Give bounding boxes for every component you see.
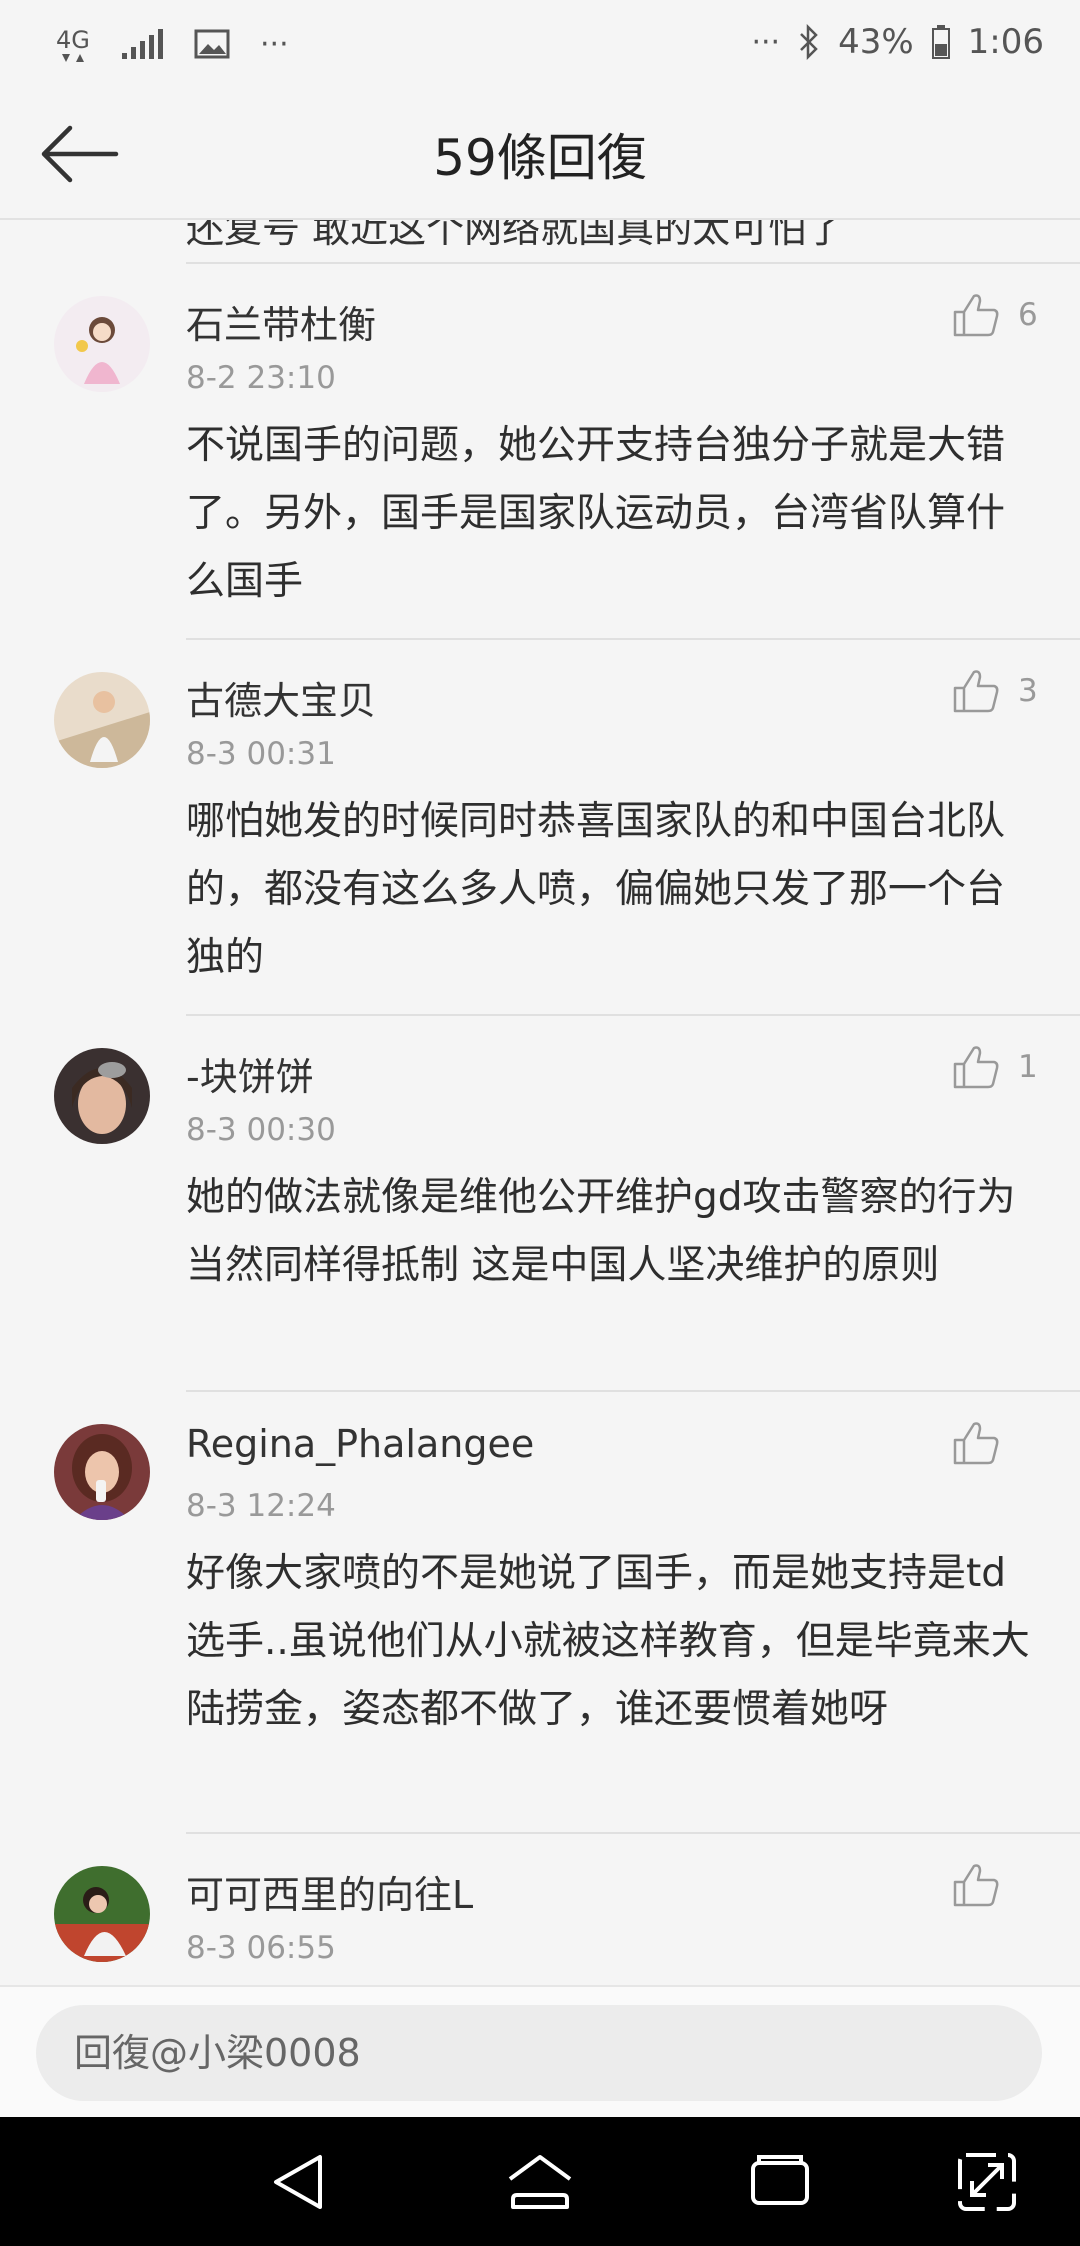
comment-list[interactable]: 还复号 敢近这个网络就国真的太可怕了 石兰带杜衡 8-2 23:10 6 不说国… — [0, 220, 1080, 1985]
username[interactable]: 可可西里的向往L — [186, 1864, 473, 1919]
comment-text: 哪怕她发的时候同时恭喜国家队的和中国台北队的，都没有这么多人喷，偏偏她只发了那一… — [186, 799, 1006, 980]
like-button[interactable] — [952, 1862, 1040, 1908]
comment-item[interactable]: 石兰带杜衡 8-2 23:10 6 不说国手的问题，她公开支持台独分子就是大错了… — [0, 264, 1080, 638]
thumbs-up-icon — [953, 294, 999, 337]
like-button[interactable]: 3 — [952, 668, 1040, 714]
page-title: 59條回復 — [433, 129, 647, 187]
more-status-icon: ··· — [751, 24, 781, 60]
avatar[interactable] — [54, 672, 150, 768]
comment-text: 不说国手的问题，她公开支持台独分子就是大错了。另外，国手是国家队运动员，台湾省队… — [186, 423, 1006, 604]
battery-percent: 43% — [838, 22, 914, 62]
comment-item[interactable]: -块饼饼 8-3 00:30 1 她的做法就像是维他公开维护gd攻击警察的行为 … — [0, 1016, 1080, 1390]
svg-text:4G: 4G — [56, 26, 90, 54]
comment-text: 她的做法就像是维他公开维护gd攻击警察的行为 当然同样得抵制 这是中国人坚决维护… — [186, 1175, 1016, 1288]
status-bar: 4G ··· ··· 43% 1:06 — [0, 0, 1080, 90]
nav-recents-icon — [751, 2155, 809, 2205]
expand-icon — [958, 2153, 1016, 2211]
comment-item[interactable]: 古德大宝贝 8-3 00:31 3 哪怕她发的时候同时恭喜国家队的和中国台北队的… — [0, 640, 1080, 1014]
nav-recents-button[interactable] — [745, 2149, 815, 2215]
comment-time: 8-3 06:55 — [186, 1930, 336, 1966]
like-button[interactable]: 1 — [952, 1044, 1040, 1090]
like-button[interactable] — [952, 1420, 1040, 1466]
battery-icon — [931, 25, 950, 59]
comment-time: 8-3 00:30 — [186, 1112, 336, 1148]
clock: 1:06 — [967, 22, 1044, 62]
nav-home-icon — [508, 2155, 572, 2209]
reply-bar — [0, 1985, 1080, 2119]
like-count: 3 — [1018, 673, 1038, 709]
like-count: 6 — [1018, 297, 1038, 333]
comment-time: 8-3 00:31 — [186, 736, 336, 772]
image-notification-icon — [194, 29, 230, 59]
header-bar: 59條回復 — [0, 90, 1080, 220]
comment-time: 8-2 23:10 — [186, 360, 336, 396]
username[interactable]: 古德大宝贝 — [186, 670, 376, 725]
nav-expand-button[interactable] — [952, 2149, 1022, 2215]
comment-text: 好像大家喷的不是她说了国手，而是她支持是td选手..虽说他们从小就被这样教育，但… — [186, 1551, 1030, 1732]
nav-back-button[interactable] — [264, 2149, 334, 2215]
thumbs-up-icon — [953, 1864, 999, 1907]
avatar[interactable] — [54, 1866, 150, 1962]
username[interactable]: 石兰带杜衡 — [186, 294, 376, 349]
signal-icon — [122, 29, 164, 59]
comment-time: 8-3 12:24 — [186, 1488, 336, 1524]
more-notifications-icon: ··· — [260, 26, 289, 62]
avatar[interactable] — [54, 296, 150, 392]
avatar[interactable] — [54, 1424, 150, 1520]
thumbs-up-icon — [953, 670, 999, 713]
thumbs-up-icon — [953, 1422, 999, 1465]
comment-item[interactable]: Regina_Phalangee 8-3 12:24 好像大家喷的不是她说了国手… — [0, 1392, 1080, 1834]
network-4g-icon: 4G — [56, 22, 92, 66]
avatar[interactable] — [54, 1048, 150, 1144]
reply-input[interactable] — [36, 2005, 1042, 2101]
thumbs-up-icon — [953, 1046, 999, 1089]
comment-item[interactable]: 可可西里的向往L 8-3 06:55 — [0, 1834, 1080, 1985]
username[interactable]: Regina_Phalangee — [186, 1422, 534, 1466]
nav-home-button[interactable] — [505, 2149, 575, 2215]
username[interactable]: -块饼饼 — [186, 1046, 314, 1101]
nav-back-icon — [274, 2155, 322, 2209]
system-navigation-bar — [0, 2117, 1080, 2246]
like-count: 1 — [1018, 1049, 1038, 1085]
bluetooth-icon — [798, 24, 820, 60]
partial-comment-text: 还复号 敢近这个网络就国真的太可怕了 — [186, 220, 845, 251]
like-button[interactable]: 6 — [952, 292, 1040, 338]
